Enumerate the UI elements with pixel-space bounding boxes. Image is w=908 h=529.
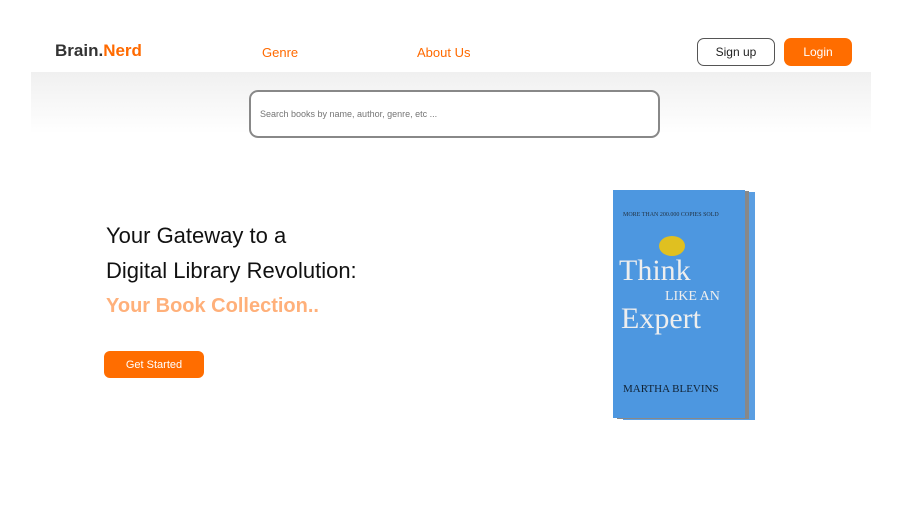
book-title-1: Think [619,254,691,287]
nav-genre[interactable]: Genre [262,45,298,60]
hero-heading-line1: Your Gateway to a [106,223,287,248]
book-author: MARTHA BLEVINS [623,383,719,395]
logo[interactable]: Brain.Nerd [55,41,142,61]
login-button[interactable]: Login [784,38,852,66]
book-title-3: Expert [621,302,701,335]
cloud-icon [659,236,685,256]
hero-subheading: Your Book Collection.. [106,295,319,317]
search-input[interactable] [249,90,660,138]
hero-heading-line2: Digital Library Revolution: [106,258,357,283]
book-tagline: MORE THAN 200.000 COPIES SOLD [623,212,719,218]
logo-accent: Nerd [103,41,142,60]
get-started-button[interactable]: Get Started [104,351,204,378]
book-cover-image: MORE THAN 200.000 COPIES SOLD Think LIKE… [613,190,745,418]
signup-button[interactable]: Sign up [697,38,775,66]
logo-text: Brain. [55,41,104,60]
nav-about-us[interactable]: About Us [417,45,470,60]
